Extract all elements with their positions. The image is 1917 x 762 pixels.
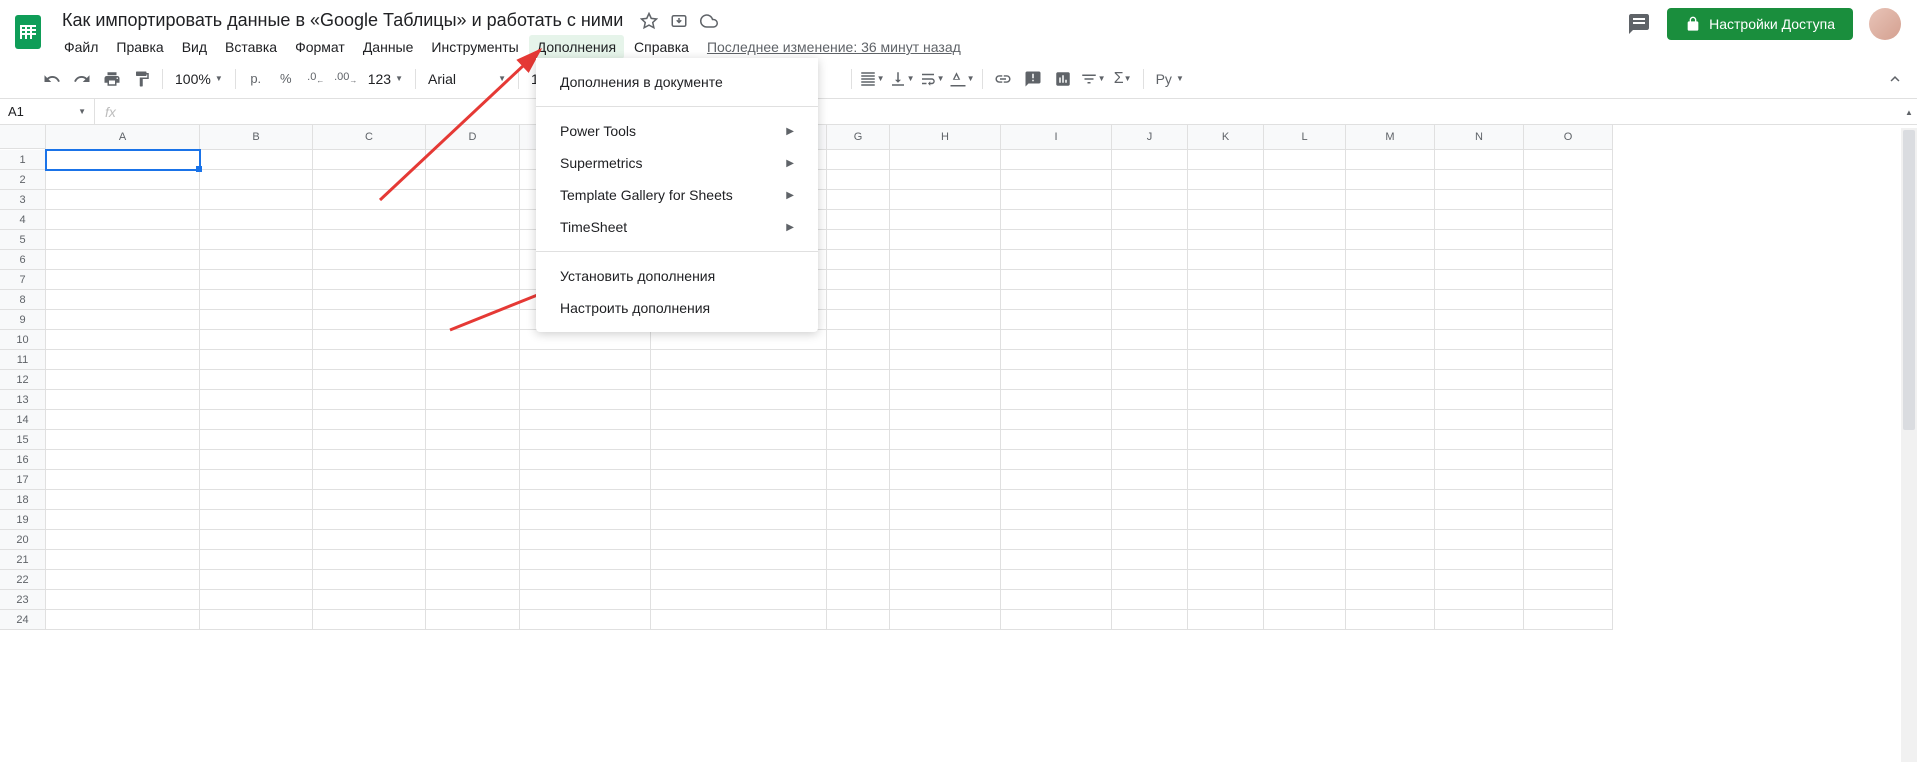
row-header-10[interactable]: 10 xyxy=(0,330,45,350)
row-header-23[interactable]: 23 xyxy=(0,590,45,610)
zoom-dropdown[interactable]: 100%▼ xyxy=(169,71,229,87)
row-header-6[interactable]: 6 xyxy=(0,250,45,270)
menu-data[interactable]: Данные xyxy=(355,35,422,59)
lock-icon xyxy=(1685,16,1701,32)
comment-button[interactable] xyxy=(1019,65,1047,93)
row-header-19[interactable]: 19 xyxy=(0,510,45,530)
menu-file[interactable]: Файл xyxy=(56,35,106,59)
row-header-4[interactable]: 4 xyxy=(0,210,45,230)
comments-icon[interactable] xyxy=(1627,12,1651,36)
sheets-logo[interactable] xyxy=(8,12,48,52)
menu-view[interactable]: Вид xyxy=(174,35,215,59)
formula-bar[interactable] xyxy=(126,99,1917,124)
last-edit-link[interactable]: Последнее изменение: 36 минут назад xyxy=(699,35,969,59)
toolbar: 100%▼ р. % .0← .00→ 123▼ Arial▼ 10 ▼ ▼ ▼… xyxy=(0,59,1917,99)
dd-manage-addons[interactable]: Настроить дополнения xyxy=(536,292,818,324)
dd-supermetrics[interactable]: Supermetrics▶ xyxy=(536,147,818,179)
dd-install-addons[interactable]: Установить дополнения xyxy=(536,260,818,292)
print-button[interactable] xyxy=(98,65,126,93)
fx-icon: fx xyxy=(95,104,126,120)
col-header-D[interactable]: D xyxy=(426,125,520,149)
user-avatar[interactable] xyxy=(1869,8,1901,40)
rotate-button[interactable]: ▼ xyxy=(948,65,976,93)
col-header-N[interactable]: N xyxy=(1435,125,1524,149)
filter-button[interactable]: ▼ xyxy=(1079,65,1107,93)
row-header-14[interactable]: 14 xyxy=(0,410,45,430)
row-header-2[interactable]: 2 xyxy=(0,170,45,190)
row-header-5[interactable]: 5 xyxy=(0,230,45,250)
dd-template-gallery[interactable]: Template Gallery for Sheets▶ xyxy=(536,179,818,211)
row-header-11[interactable]: 11 xyxy=(0,350,45,370)
col-header-B[interactable]: B xyxy=(200,125,313,149)
row-header-24[interactable]: 24 xyxy=(0,610,45,630)
move-icon[interactable] xyxy=(669,11,689,31)
cloud-icon[interactable] xyxy=(699,11,719,31)
vertical-scrollbar[interactable] xyxy=(1901,128,1917,762)
name-box[interactable]: A1▼ xyxy=(0,99,95,124)
row-header-20[interactable]: 20 xyxy=(0,530,45,550)
row-header-16[interactable]: 16 xyxy=(0,450,45,470)
share-button[interactable]: Настройки Доступа xyxy=(1667,8,1853,40)
row-header-13[interactable]: 13 xyxy=(0,390,45,410)
more-formats-dropdown[interactable]: 123▼ xyxy=(362,71,409,87)
dd-document-addons[interactable]: Дополнения в документе xyxy=(536,66,818,98)
wrap-button[interactable]: ▼ xyxy=(918,65,946,93)
row-header-21[interactable]: 21 xyxy=(0,550,45,570)
currency-button[interactable]: р. xyxy=(242,65,270,93)
undo-button[interactable] xyxy=(38,65,66,93)
row-header-7[interactable]: 7 xyxy=(0,270,45,290)
expand-toolbar-button[interactable] xyxy=(1881,65,1909,93)
col-header-M[interactable]: M xyxy=(1346,125,1435,149)
col-header-J[interactable]: J xyxy=(1112,125,1188,149)
language-button[interactable]: Ру▼ xyxy=(1150,71,1190,87)
grid-body[interactable] xyxy=(46,150,1613,630)
row-header-17[interactable]: 17 xyxy=(0,470,45,490)
col-header-H[interactable]: H xyxy=(890,125,1001,149)
menu-tools[interactable]: Инструменты xyxy=(423,35,526,59)
row-header-9[interactable]: 9 xyxy=(0,310,45,330)
col-header-I[interactable]: I xyxy=(1001,125,1112,149)
redo-button[interactable] xyxy=(68,65,96,93)
menu-format[interactable]: Формат xyxy=(287,35,353,59)
col-header-K[interactable]: K xyxy=(1188,125,1264,149)
increase-decimal-button[interactable]: .00→ xyxy=(332,65,360,93)
col-header-G[interactable]: G xyxy=(827,125,890,149)
col-header-L[interactable]: L xyxy=(1264,125,1346,149)
menu-help[interactable]: Справка xyxy=(626,35,697,59)
column-headers: ABCDEFGHIJKLMNO xyxy=(46,125,1613,150)
chart-button[interactable] xyxy=(1049,65,1077,93)
addons-dropdown-menu: Дополнения в документе Power Tools▶ Supe… xyxy=(536,58,818,332)
row-headers: 123456789101112131415161718192021222324 xyxy=(0,150,46,630)
col-header-C[interactable]: C xyxy=(313,125,426,149)
dd-power-tools[interactable]: Power Tools▶ xyxy=(536,115,818,147)
menu-addons[interactable]: Дополнения xyxy=(529,35,624,59)
row-header-3[interactable]: 3 xyxy=(0,190,45,210)
row-header-18[interactable]: 18 xyxy=(0,490,45,510)
dd-timesheet[interactable]: TimeSheet▶ xyxy=(536,211,818,243)
share-label: Настройки Доступа xyxy=(1709,16,1835,32)
col-header-A[interactable]: A xyxy=(46,125,200,149)
document-title[interactable]: Как импортировать данные в «Google Табли… xyxy=(56,8,629,33)
valign-button[interactable]: ▼ xyxy=(888,65,916,93)
font-dropdown[interactable]: Arial▼ xyxy=(422,71,512,87)
paint-format-button[interactable] xyxy=(128,65,156,93)
align-button[interactable]: ▼ xyxy=(858,65,886,93)
select-all-corner[interactable] xyxy=(0,125,46,149)
row-header-22[interactable]: 22 xyxy=(0,570,45,590)
functions-button[interactable]: Σ▼ xyxy=(1109,65,1137,93)
percent-button[interactable]: % xyxy=(272,65,300,93)
menu-edit[interactable]: Правка xyxy=(108,35,171,59)
row-header-1[interactable]: 1 xyxy=(0,150,45,170)
star-icon[interactable] xyxy=(639,11,659,31)
row-header-12[interactable]: 12 xyxy=(0,370,45,390)
menu-insert[interactable]: Вставка xyxy=(217,35,285,59)
decrease-decimal-button[interactable]: .0← xyxy=(302,65,330,93)
row-header-8[interactable]: 8 xyxy=(0,290,45,310)
link-button[interactable] xyxy=(989,65,1017,93)
row-header-15[interactable]: 15 xyxy=(0,430,45,450)
col-header-O[interactable]: O xyxy=(1524,125,1613,149)
